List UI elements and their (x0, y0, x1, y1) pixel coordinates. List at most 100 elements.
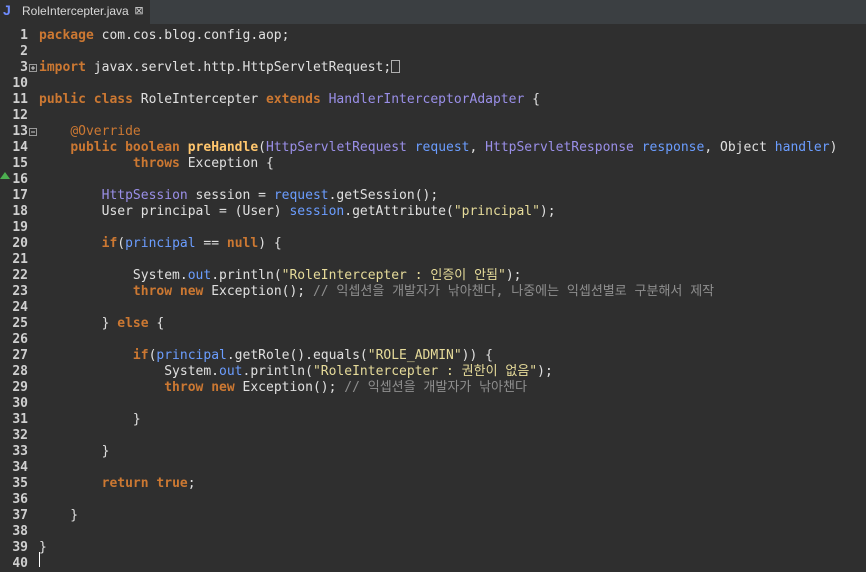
line-number: 29 (12, 380, 28, 395)
code-token: @Override (70, 124, 141, 139)
code-token: "principal" (453, 204, 540, 219)
code-token: == (195, 236, 227, 251)
code-token: else (117, 316, 149, 331)
line-number: 19 (12, 220, 28, 235)
code-token: null (226, 236, 259, 251)
code-editor[interactable]: package com.cos.blog.config.aop; import j… (32, 24, 866, 568)
code-line[interactable]: if(principal == null) { (39, 236, 282, 252)
code-line[interactable]: System.out.println("RoleIntercepter : 인증… (39, 268, 522, 284)
code-token: , Object (704, 140, 775, 155)
line-number: 14 (12, 140, 28, 155)
folded-imports-marker[interactable] (391, 60, 401, 73)
code-token: } (39, 412, 141, 427)
code-line[interactable]: throws Exception { (39, 156, 274, 172)
code-line[interactable]: } (39, 540, 47, 556)
line-number: 35 (12, 476, 28, 491)
code-token: request (273, 188, 329, 203)
code-line[interactable]: return true; (39, 476, 196, 492)
line-number: 28 (12, 364, 28, 379)
code-token: principal (156, 348, 227, 363)
code-line[interactable]: User principal = (User) session.getAttri… (39, 204, 556, 220)
code-token: } (39, 508, 79, 523)
code-token: .println( (242, 364, 313, 379)
code-token: .getSession(); (328, 188, 439, 203)
code-token: User principal = (User) (39, 204, 290, 219)
code-line[interactable]: package com.cos.blog.config.aop; (39, 28, 289, 44)
code-token: request (414, 140, 470, 155)
line-number: 21 (12, 252, 28, 267)
code-token: ; (187, 476, 196, 491)
code-token: { (524, 92, 540, 107)
code-token: .println( (211, 268, 282, 283)
code-line[interactable]: } else { (39, 316, 165, 332)
code-token: HttpServletResponse (485, 140, 634, 155)
code-token: RoleIntercepter (132, 92, 266, 107)
code-line[interactable]: } (39, 412, 141, 428)
java-file-icon: J (3, 2, 11, 18)
close-icon[interactable]: ⊠ (133, 5, 145, 17)
line-number: 25 (12, 316, 28, 331)
code-token: Exception { (179, 156, 274, 171)
line-number: 17 (12, 188, 28, 203)
line-number: 24 (12, 300, 28, 315)
code-line[interactable]: HttpSession session = request.getSession… (39, 188, 439, 204)
code-token: package (39, 28, 94, 43)
code-token: import (39, 60, 86, 75)
fold-expand-icon[interactable] (29, 64, 37, 72)
code-line[interactable]: public boolean preHandle(HttpServletRequ… (39, 140, 837, 156)
code-token: ); (537, 364, 553, 379)
code-token: } (39, 540, 47, 555)
line-number: 27 (12, 348, 28, 363)
code-token: preHandle (187, 140, 259, 155)
code-line[interactable]: throw new Exception(); // 익셉션을 개발자가 낚아챈다 (39, 380, 527, 396)
code-token: response (641, 140, 705, 155)
line-number: 37 (12, 508, 28, 523)
code-token: javax.servlet.http.HttpServletRequest; (85, 60, 392, 75)
code-token: ); (539, 204, 556, 219)
fold-collapse-icon[interactable] (29, 128, 37, 136)
line-number: 23 (12, 284, 28, 299)
code-token: } (39, 444, 110, 459)
line-number: 36 (12, 492, 28, 507)
code-token: HttpServletRequest (266, 140, 407, 155)
line-number: 22 (12, 268, 28, 283)
tab-title: RoleIntercepter.java (22, 4, 129, 18)
code-line[interactable]: throw new Exception(); // 익셉션을 개발자가 낚아챈다… (39, 284, 714, 300)
line-number: 3 (20, 60, 28, 75)
code-line[interactable]: public class RoleIntercepter extends Han… (39, 92, 540, 108)
code-line[interactable]: } (39, 444, 110, 460)
code-token: throws (132, 156, 180, 171)
text-cursor (39, 552, 40, 567)
code-line[interactable]: System.out.println("RoleIntercepter : 권한… (39, 364, 553, 380)
code-token: if (132, 348, 149, 363)
code-token: ); (505, 268, 522, 283)
code-token: extends (265, 92, 321, 107)
line-number: 33 (12, 444, 28, 459)
code-token: throw new (132, 284, 204, 299)
editor-tab-bar: J RoleIntercepter.java ⊠ (0, 0, 866, 25)
line-number: 15 (12, 156, 28, 171)
line-number: 20 (12, 236, 28, 251)
code-token: // 익셉션을 개발자가 낚아챈다 (344, 380, 527, 395)
code-token: handler (774, 140, 830, 155)
code-line[interactable]: @Override (39, 124, 141, 140)
code-line[interactable]: } (39, 508, 78, 524)
code-line[interactable]: import javax.servlet.http.HttpServletReq… (39, 60, 401, 76)
editor-tab-roleintercepter[interactable]: J RoleIntercepter.java ⊠ (0, 0, 150, 24)
line-number: 32 (12, 428, 28, 443)
code-token: if (101, 236, 118, 251)
code-token: out (187, 268, 212, 283)
code-token: public class (39, 92, 133, 107)
code-line[interactable]: if(principal.getRole().equals("ROLE_ADMI… (39, 348, 493, 364)
line-number: 11 (12, 92, 28, 107)
